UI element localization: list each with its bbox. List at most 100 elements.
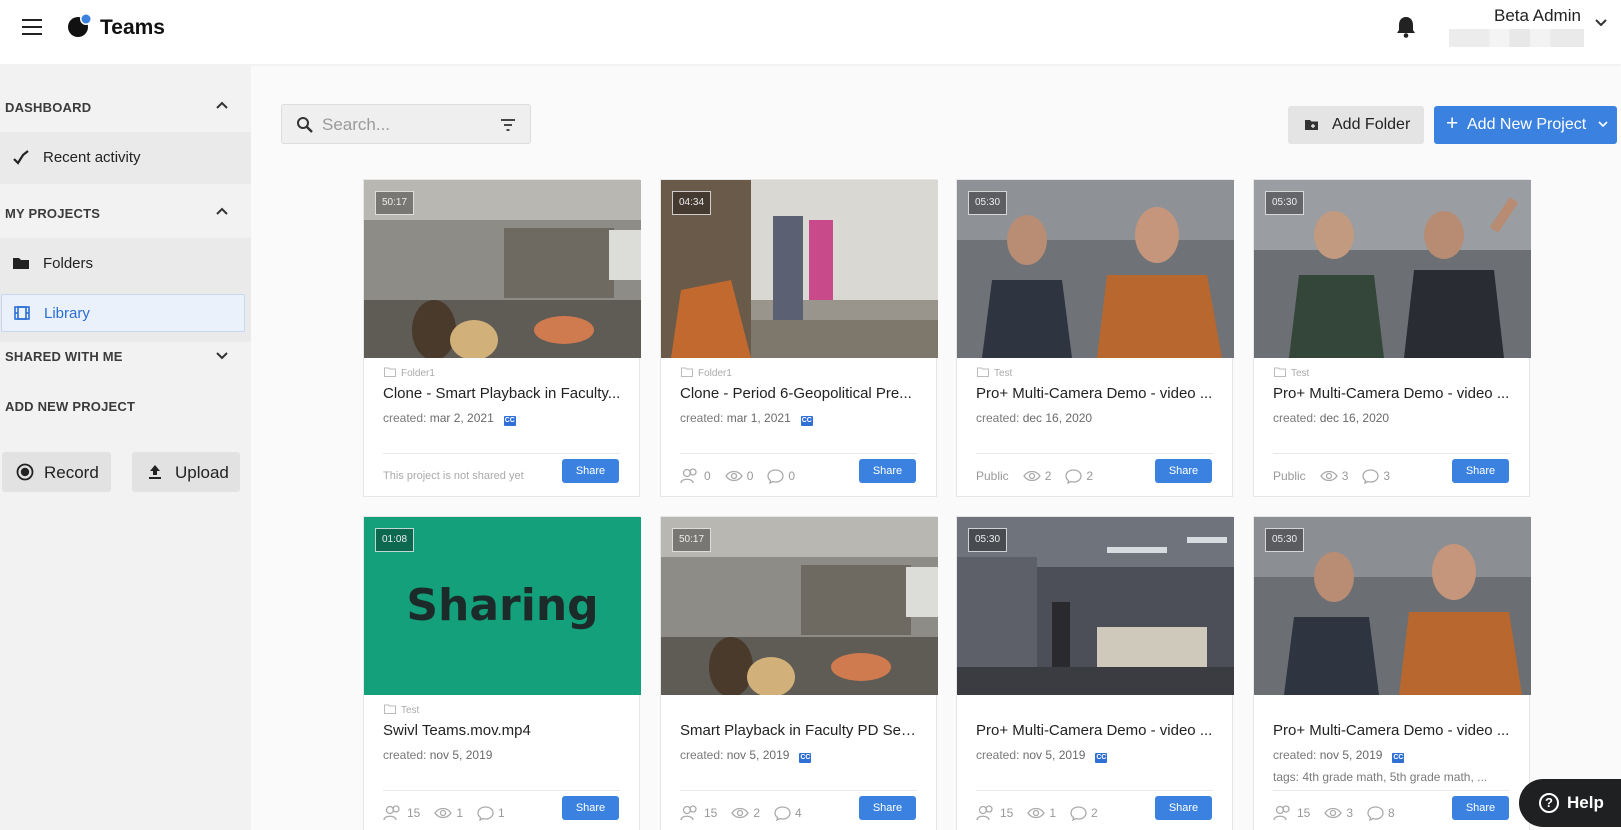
- cc-icon: CC: [1392, 753, 1405, 763]
- created-label: created:: [976, 748, 1020, 762]
- chevron-down-icon[interactable]: [1594, 18, 1608, 28]
- share-button[interactable]: Share: [562, 796, 619, 820]
- folder-icon: [384, 367, 396, 377]
- divider: [1273, 453, 1510, 454]
- section-my-projects[interactable]: MY PROJECTS: [5, 206, 100, 221]
- bell-icon[interactable]: [1395, 15, 1417, 39]
- project-title[interactable]: Swivl Teams.mov.mp4: [383, 722, 623, 739]
- views-stat: 3: [1324, 806, 1353, 820]
- project-title[interactable]: Pro+ Multi-Camera Demo - video ...: [1273, 722, 1513, 739]
- comment-icon: [1065, 468, 1083, 484]
- divider: [680, 790, 917, 791]
- share-button[interactable]: Share: [1452, 459, 1509, 483]
- project-title[interactable]: Clone - Period 6-Geopolitical Pre...: [680, 385, 920, 402]
- project-card[interactable]: 50:17 Smart Playback in Faculty PD Ses..…: [660, 516, 938, 830]
- chevron-up-icon[interactable]: [215, 100, 229, 110]
- created-label: created:: [680, 411, 724, 425]
- project-card[interactable]: 05:30 Pro+ Multi-Camera Demo - video ...…: [1253, 516, 1531, 830]
- members-count: 15: [704, 806, 718, 820]
- duration-badge: 01:08: [375, 528, 415, 552]
- comment-icon: [1362, 468, 1380, 484]
- project-card[interactable]: Sharing 01:08 Test Swivl Teams.mov.mp4 c…: [363, 516, 641, 830]
- duration-badge: 05:30: [968, 528, 1008, 552]
- shared-note: This project is not shared yet: [383, 470, 524, 482]
- project-card[interactable]: 50:17 Folder1 Clone - Smart Playback in …: [363, 179, 641, 497]
- folder-icon: [13, 258, 29, 269]
- project-title[interactable]: Pro+ Multi-Camera Demo - video ...: [976, 385, 1216, 402]
- folder-name: Test: [1291, 368, 1310, 379]
- comments-stat: 4: [774, 805, 802, 821]
- project-card[interactable]: 05:30 Pro+ Multi-Camera Demo - video ...…: [956, 516, 1234, 830]
- date-value: nov 5, 2019: [1022, 748, 1086, 762]
- share-button[interactable]: Share: [859, 459, 916, 483]
- views-stat: 3: [1319, 469, 1349, 483]
- project-card[interactable]: 05:30 Test Pro+ Multi-Camera Demo - vide…: [956, 179, 1234, 497]
- record-label: Record: [44, 463, 99, 482]
- comments-count: 8: [1388, 806, 1395, 820]
- project-card[interactable]: 05:30 Test Pro+ Multi-Camera Demo - vide…: [1253, 179, 1531, 497]
- search-icon: [297, 117, 313, 133]
- project-title[interactable]: Pro+ Multi-Camera Demo - video ...: [976, 722, 1216, 739]
- members-count: 15: [1297, 806, 1311, 820]
- sidebar-item-label: Recent activity: [43, 149, 141, 166]
- project-title[interactable]: Smart Playback in Faculty PD Ses...: [680, 722, 920, 739]
- views-stat: 2: [1022, 469, 1051, 483]
- members-stat: 15: [680, 805, 717, 821]
- share-button[interactable]: Share: [1155, 796, 1212, 820]
- search-input[interactable]: [322, 114, 492, 136]
- cc-icon: CC: [799, 753, 812, 763]
- comments-stat: 3: [1362, 468, 1390, 484]
- created-date: created: dec 16, 2020: [976, 411, 1092, 425]
- folder-name: Folder1: [698, 368, 732, 379]
- user-email-redacted: [1449, 29, 1584, 47]
- section-dashboard[interactable]: DASHBOARD: [5, 100, 91, 115]
- sidebar-item-folders[interactable]: Folders: [0, 238, 251, 290]
- project-title[interactable]: Pro+ Multi-Camera Demo - video ...: [1273, 385, 1513, 402]
- user-name[interactable]: Beta Admin: [1494, 6, 1581, 26]
- share-button[interactable]: Share: [859, 796, 916, 820]
- divider: [383, 453, 620, 454]
- add-folder-button[interactable]: Add Folder: [1288, 106, 1424, 144]
- share-button[interactable]: Share: [1155, 459, 1212, 483]
- chevron-down-icon[interactable]: [1598, 121, 1608, 128]
- created-label: created:: [1273, 748, 1317, 762]
- card-footer: 15 1 2: [976, 804, 1112, 822]
- record-button[interactable]: Record: [2, 452, 111, 492]
- filter-icon[interactable]: [500, 118, 516, 132]
- chevron-down-icon[interactable]: [215, 351, 229, 361]
- help-icon: ?: [1539, 793, 1559, 813]
- comments-stat: 2: [1065, 468, 1093, 484]
- share-button[interactable]: Share: [562, 459, 619, 483]
- card-footer: This project is not shared yet: [383, 467, 524, 485]
- add-new-project-button[interactable]: + Add New Project: [1434, 106, 1617, 144]
- duration-badge: 05:30: [1265, 191, 1305, 215]
- duration-badge: 05:30: [1265, 528, 1305, 552]
- views-count: 1: [1049, 806, 1057, 820]
- views-count: 3: [1341, 469, 1349, 483]
- divider: [680, 453, 917, 454]
- chevron-up-icon[interactable]: [215, 206, 229, 216]
- upload-button[interactable]: Upload: [132, 452, 240, 492]
- share-button[interactable]: Share: [1452, 796, 1509, 820]
- menu-icon[interactable]: [22, 19, 42, 35]
- eye-icon: [1324, 807, 1343, 819]
- record-icon: [16, 463, 34, 481]
- eye-icon: [731, 807, 750, 819]
- comment-icon: [1367, 805, 1384, 821]
- date-value: mar 1, 2021: [726, 411, 791, 425]
- folder-name: Test: [994, 368, 1013, 379]
- project-title[interactable]: Clone - Smart Playback in Faculty...: [383, 385, 623, 402]
- project-card[interactable]: 04:34 Folder1 Clone - Period 6-Geopoliti…: [660, 179, 938, 497]
- comments-count: 0: [788, 469, 796, 483]
- date-value: nov 5, 2019: [429, 748, 493, 762]
- sidebar-item-recent-activity[interactable]: Recent activity: [0, 132, 251, 184]
- members-icon: [1273, 805, 1290, 821]
- members-icon: [976, 805, 993, 821]
- comments-count: 2: [1091, 806, 1098, 820]
- help-button[interactable]: ? Help: [1519, 779, 1621, 827]
- folder-label: Test: [977, 367, 1012, 379]
- brand-name: Teams: [100, 16, 165, 39]
- sidebar-item-library[interactable]: Library: [1, 294, 245, 332]
- eye-icon: [434, 807, 453, 819]
- section-shared-with-me[interactable]: SHARED WITH ME: [5, 349, 123, 364]
